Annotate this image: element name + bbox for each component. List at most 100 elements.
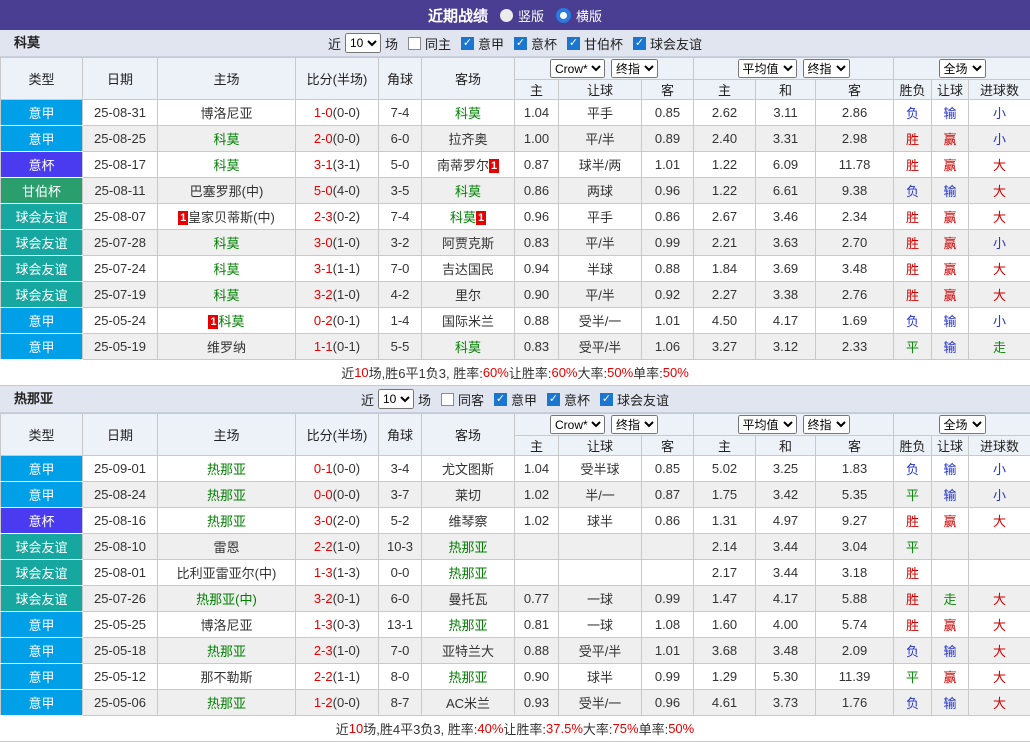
team-label: 亚特兰大 xyxy=(442,644,494,659)
league-filter-label: 球会友谊 xyxy=(650,34,702,53)
summary-segment: 大率: xyxy=(583,719,613,738)
league-checkbox[interactable]: ✓ xyxy=(461,37,474,50)
avg-provider-select[interactable]: 平均值 xyxy=(738,59,797,78)
same-side-checkbox[interactable] xyxy=(408,37,421,50)
match-row: 球会友谊25-07-26热那亚(中)3-2(0-1)6-0曼托瓦0.77一球0.… xyxy=(1,586,1030,612)
handicap-odds-cell: 半/一 xyxy=(559,482,642,508)
league-checkbox[interactable]: ✓ xyxy=(633,37,646,50)
fulltime-select[interactable]: 全场 xyxy=(939,415,986,434)
date-cell: 25-08-07 xyxy=(83,204,158,230)
stats-summary: 近10场,胜6平1负3, 胜率:60% 让胜率:60% 大率:50% 单率:50… xyxy=(0,360,1030,386)
handicap-odds-cell: 0.85 xyxy=(642,100,694,126)
average-odds-cell: 3.44 xyxy=(756,534,816,560)
team-label: 尤文图斯 xyxy=(442,462,494,477)
fulltime-score: 5-0 xyxy=(314,183,333,198)
average-odds-cell: 1.22 xyxy=(694,152,756,178)
corner-cell: 5-5 xyxy=(379,334,422,360)
fulltime-select[interactable]: 全场 xyxy=(939,59,986,78)
halftime-score: (2-0) xyxy=(333,513,360,528)
fulltime-score: 0-2 xyxy=(314,313,333,328)
match-row: 意甲25-05-25博洛尼亚1-3(0-3)13-1热那亚0.81一球1.081… xyxy=(1,612,1030,638)
recent-count-select[interactable]: 10 xyxy=(378,389,414,409)
team-label: 维罗纳 xyxy=(207,340,246,355)
league-checkbox[interactable]: ✓ xyxy=(514,37,527,50)
result-flag: 赢 xyxy=(944,670,957,685)
team-cell: 热那亚 xyxy=(158,690,296,716)
team-label: 南蒂罗尔 xyxy=(437,158,489,173)
sub-column-header: 进球数 xyxy=(969,436,1030,456)
handicap-odds-cell: 0.86 xyxy=(642,204,694,230)
result-cell: 小 xyxy=(969,482,1030,508)
league-checkbox[interactable]: ✓ xyxy=(600,393,613,406)
team-cell: 1科莫 xyxy=(158,308,296,334)
team-label: 科莫 xyxy=(218,314,244,329)
average-odds-cell: 4.17 xyxy=(756,308,816,334)
league-type-cell: 意甲 xyxy=(1,664,83,690)
team-label: 博洛尼亚 xyxy=(200,618,252,633)
layout-radio-vertical[interactable]: 竖版 xyxy=(500,6,544,25)
sub-column-header: 主 xyxy=(515,80,559,100)
average-odds-cell: 2.67 xyxy=(694,204,756,230)
layout-radio-horizontal[interactable]: 横版 xyxy=(556,6,602,25)
result-flag: 负 xyxy=(906,184,919,199)
league-checkbox[interactable]: ✓ xyxy=(567,37,580,50)
team-label: 科莫 xyxy=(213,236,239,251)
result-cell: 输 xyxy=(932,308,969,334)
team-label: 国际米兰 xyxy=(442,314,494,329)
handicap-odds-cell: 受半/一 xyxy=(559,308,642,334)
handicap-odds-cell: 0.92 xyxy=(642,282,694,308)
result-flag: 胜 xyxy=(906,514,919,529)
result-flag: 走 xyxy=(993,340,1006,355)
result-flag: 胜 xyxy=(906,158,919,173)
sub-column-header: 客 xyxy=(642,80,694,100)
corner-cell: 13-1 xyxy=(379,612,422,638)
odds-final-select[interactable]: 终指 xyxy=(611,59,658,78)
league-checkbox[interactable]: ✓ xyxy=(494,393,507,406)
corner-cell: 3-7 xyxy=(379,482,422,508)
odds-final-select[interactable]: 终指 xyxy=(611,415,658,434)
result-cell: 大 xyxy=(969,282,1030,308)
score-cell: 3-0(1-0) xyxy=(296,230,379,256)
recent-count-select[interactable]: 10 xyxy=(345,33,381,53)
average-odds-cell: 11.39 xyxy=(816,664,894,690)
avg-provider-select[interactable]: 平均值 xyxy=(738,415,797,434)
result-flag: 赢 xyxy=(944,262,957,277)
team-cell: 热那亚 xyxy=(422,612,515,638)
handicap-odds-cell: 0.99 xyxy=(642,230,694,256)
avg-final-select[interactable]: 终指 xyxy=(803,415,850,434)
average-odds-cell: 2.21 xyxy=(694,230,756,256)
odds-provider-select[interactable]: Crow* xyxy=(550,415,605,434)
average-odds-cell: 4.61 xyxy=(694,690,756,716)
team-label: 热那亚 xyxy=(207,488,246,503)
halftime-score: (1-0) xyxy=(333,643,360,658)
handicap-odds-cell: 1.01 xyxy=(642,308,694,334)
result-flag: 大 xyxy=(993,514,1006,529)
odds-provider-select[interactable]: Crow* xyxy=(550,59,605,78)
result-cell: 大 xyxy=(969,508,1030,534)
handicap-odds-cell: 1.08 xyxy=(642,612,694,638)
league-type-cell: 球会友谊 xyxy=(1,586,83,612)
team-cell: 1皇家贝蒂斯(中) xyxy=(158,204,296,230)
same-side-checkbox[interactable] xyxy=(441,393,454,406)
corner-cell: 3-2 xyxy=(379,230,422,256)
handicap-odds-cell: 0.90 xyxy=(515,282,559,308)
league-type-cell: 意甲 xyxy=(1,126,83,152)
handicap-odds-cell: 0.89 xyxy=(642,126,694,152)
result-flag: 赢 xyxy=(944,514,957,529)
avg-final-select[interactable]: 终指 xyxy=(803,59,850,78)
result-cell: 输 xyxy=(932,482,969,508)
league-checkbox[interactable]: ✓ xyxy=(547,393,560,406)
result-flag: 输 xyxy=(944,462,957,477)
average-odds-cell: 1.60 xyxy=(694,612,756,638)
halftime-score: (0-1) xyxy=(333,339,360,354)
fulltime-score: 2-3 xyxy=(314,643,333,658)
match-row: 球会友谊25-07-19科莫3-2(1-0)4-2里尔0.90平/半0.922.… xyxy=(1,282,1030,308)
average-odds-cell: 5.74 xyxy=(816,612,894,638)
same-side-label: 同主 xyxy=(425,34,451,53)
team-cell: 科莫 xyxy=(422,334,515,360)
result-cell: 输 xyxy=(932,456,969,482)
result-cell: 小 xyxy=(969,100,1030,126)
date-cell: 25-05-19 xyxy=(83,334,158,360)
team-cell: 热那亚 xyxy=(422,534,515,560)
result-cell: 负 xyxy=(894,690,932,716)
